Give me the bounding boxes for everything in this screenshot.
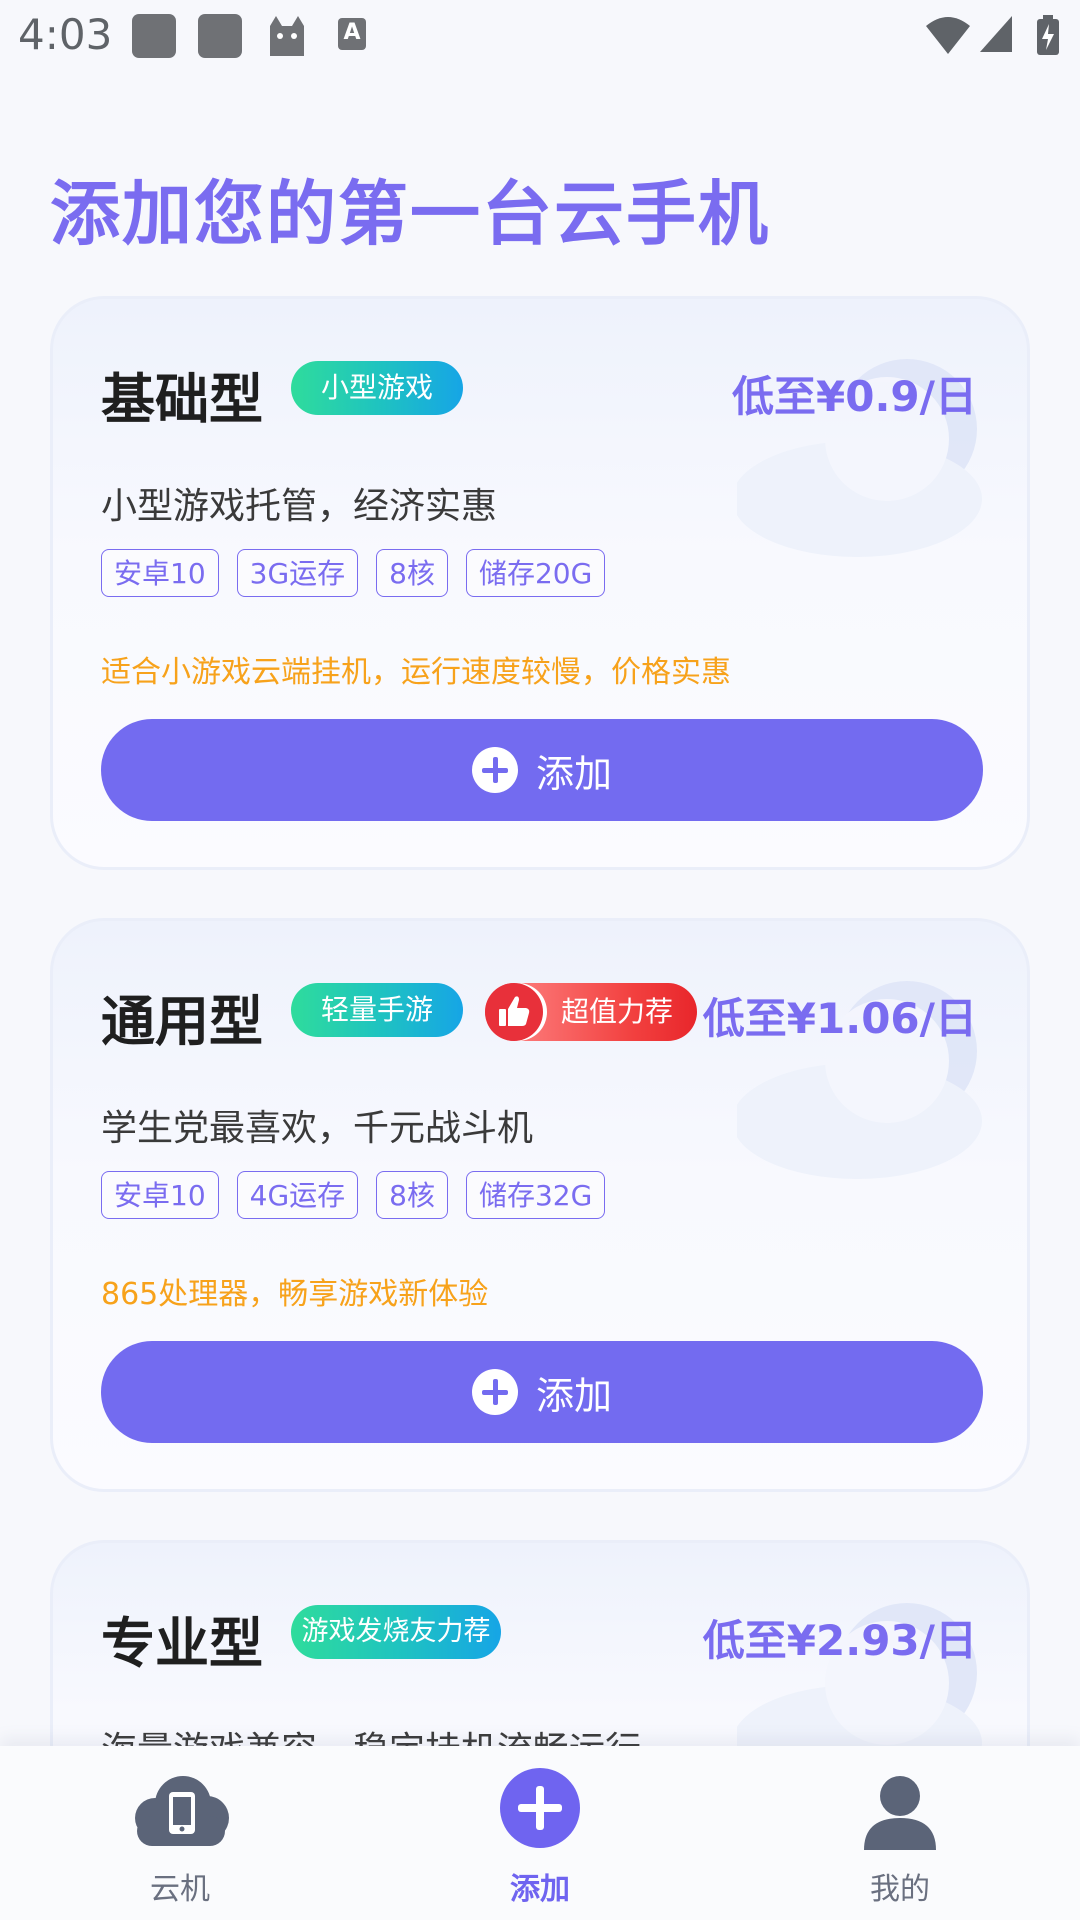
- spec-chip: 安卓10: [101, 549, 219, 597]
- spec-chip: 8核: [376, 549, 448, 597]
- thumbs-up-icon: [485, 983, 543, 1041]
- plus-circle-icon: [471, 1369, 518, 1415]
- spec-list: 安卓10 3G运存 8核 储存20G: [101, 549, 606, 599]
- spec-list: 安卓10 4G运存 8核 储存32G: [101, 1171, 606, 1221]
- keyboard-a-icon: A: [338, 18, 366, 50]
- tab-mine[interactable]: 我的: [800, 1746, 1000, 1920]
- spec-chip: 储存32G: [465, 1171, 606, 1219]
- plan-description: 学生党最喜欢，千元战斗机: [101, 1108, 534, 1149]
- spec-chip: 储存20G: [465, 549, 606, 597]
- plan-price: 低至¥0.9/日: [732, 372, 977, 421]
- plan-tag: 轻量手游: [291, 983, 463, 1037]
- recommend-badge: 超值力荐: [485, 983, 697, 1041]
- page-title: 添加您的第一台云手机: [50, 173, 770, 255]
- cat-icon: [270, 16, 304, 56]
- signal-icon: [980, 16, 1012, 52]
- plan-name: 专业型: [101, 1612, 263, 1675]
- spec-chip: 4G运存: [236, 1171, 359, 1219]
- plan-tag: 游戏发烧友力荐: [291, 1605, 501, 1659]
- user-icon: [864, 1776, 936, 1850]
- plan-name: 基础型: [101, 368, 263, 431]
- plan-description: 小型游戏托管，经济实惠: [101, 486, 498, 527]
- bottom-tab-bar: 云机 添加 我的: [0, 1746, 1080, 1920]
- plan-name: 通用型: [101, 990, 263, 1053]
- plan-card-basic: 基础型 小型游戏 低至¥0.9/日 小型游戏托管，经济实惠 安卓10 3G运存 …: [50, 296, 1030, 870]
- recommend-label: 超值力荐: [561, 995, 674, 1028]
- tab-label: 云机: [150, 1872, 210, 1907]
- add-general-button[interactable]: 添加: [101, 1341, 983, 1443]
- notification-icon: [132, 14, 176, 58]
- plan-card-general: 通用型 轻量手游 超值力荐 低至¥1.06/日 学生党最喜欢，千元战斗机 安卓1…: [50, 918, 1030, 1492]
- add-button-label: 添加: [535, 1373, 612, 1418]
- cloud-phone-icon: [135, 1776, 229, 1846]
- spec-chip: 3G运存: [236, 549, 359, 597]
- plan-note: 适合小游戏云端挂机，运行速度较慢，价格实惠: [101, 655, 731, 690]
- plan-price: 低至¥1.06/日: [702, 994, 977, 1043]
- status-bar: 4:03 A: [0, 0, 1080, 74]
- plus-circle-icon: [500, 1768, 580, 1848]
- status-time: 4:03: [18, 10, 113, 59]
- plan-price: 低至¥2.93/日: [702, 1616, 977, 1665]
- wifi-icon: [926, 17, 970, 54]
- add-basic-button[interactable]: 添加: [101, 719, 983, 821]
- battery-icon: [1037, 15, 1059, 55]
- notification-icon: [198, 14, 242, 58]
- tab-label: 我的: [870, 1872, 930, 1907]
- add-button-label: 添加: [535, 751, 612, 796]
- tab-label: 添加: [510, 1872, 570, 1907]
- plus-circle-icon: [471, 747, 518, 793]
- tab-add[interactable]: 添加: [440, 1746, 640, 1920]
- spec-chip: 安卓10: [101, 1171, 219, 1219]
- tab-cloud-phone[interactable]: 云机: [80, 1746, 280, 1920]
- spec-chip: 8核: [376, 1171, 448, 1219]
- plan-tag: 小型游戏: [291, 361, 463, 415]
- plan-note: 865处理器，畅享游戏新体验: [101, 1277, 489, 1312]
